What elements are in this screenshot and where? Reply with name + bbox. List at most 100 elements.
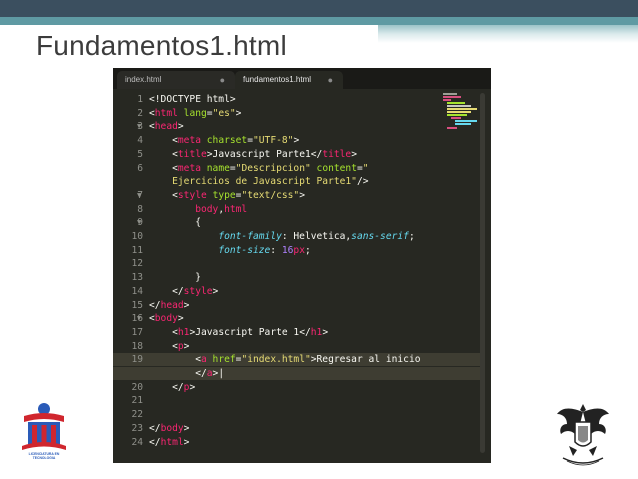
- code-line[interactable]: 12: [113, 257, 483, 270]
- header-accent-bar: [0, 17, 638, 25]
- code-token: sans-serif: [351, 231, 409, 242]
- code-text: <a href="index.html">Regresar al inicio: [149, 353, 421, 366]
- code-text: font-family: Helvetica,sans-serif;: [149, 230, 414, 243]
- fold-arrow-icon[interactable]: ▼: [137, 189, 141, 202]
- fold-arrow-icon[interactable]: ▼: [137, 120, 141, 133]
- line-number: 1: [137, 94, 143, 105]
- code-line[interactable]: 24 </html>: [113, 436, 483, 449]
- code-text: <head>: [149, 120, 184, 133]
- code-token: body: [195, 203, 219, 215]
- code-text: <h1>Javascript Parte 1</h1>: [149, 326, 328, 339]
- tab-fundamentos1-html[interactable]: fundamentos1.html ●: [235, 71, 343, 89]
- code-editor[interactable]: index.html ● fundamentos1.html ● 1 <!DOCT…: [113, 68, 491, 463]
- code-text: </style>: [149, 285, 218, 298]
- code-token: html: [160, 436, 184, 448]
- code-line[interactable]: 23 </body>: [113, 422, 483, 435]
- fold-arrow-icon[interactable]: ▼: [137, 216, 141, 229]
- code-token: type: [212, 189, 236, 201]
- code-text: Ejercicios de Javascript Parte1"/>: [149, 175, 368, 188]
- code-line[interactable]: 2 <html lang="es">: [113, 107, 483, 120]
- code-token: >: [183, 340, 190, 352]
- code-line[interactable]: 4 <meta charset="UTF-8">: [113, 134, 483, 147]
- code-token: </: [149, 368, 207, 379]
- line-number: 11: [131, 244, 143, 256]
- code-token: >Javascript Parte 1</: [189, 326, 311, 338]
- fold-arrow-icon[interactable]: ▼: [137, 312, 141, 325]
- code-token: body: [154, 313, 178, 325]
- unsaved-dot-icon[interactable]: ●: [328, 71, 333, 89]
- code-token: <: [149, 340, 178, 352]
- line-number: 12: [131, 258, 143, 270]
- code-text: font-size: 16px;: [149, 244, 310, 257]
- code-token: <: [149, 354, 201, 366]
- line-number: 18: [131, 340, 143, 352]
- tab-index-html[interactable]: index.html ●: [117, 71, 235, 89]
- code-line[interactable]: 3 ▼ <head>: [113, 120, 483, 133]
- code-token: h1: [310, 326, 323, 338]
- code-line[interactable]: 14 </style>: [113, 285, 483, 298]
- code-token: font-size: [218, 244, 271, 256]
- code-line[interactable]: 13 }: [113, 271, 483, 284]
- code-token: <: [149, 148, 178, 160]
- code-token: </: [149, 299, 161, 311]
- code-line[interactable]: </a>|: [113, 367, 483, 380]
- code-line[interactable]: 11 font-size: 16px;: [113, 244, 483, 257]
- code-token: >: [322, 326, 329, 338]
- code-token: charset: [206, 135, 248, 147]
- code-line[interactable]: 15 </head>: [113, 299, 483, 312]
- code-token: <: [149, 189, 178, 201]
- university-logo-icon: LICENCIATURA EN TECNOLOGIA: [18, 400, 70, 466]
- code-line[interactable]: 9 ▼ {: [113, 216, 483, 229]
- code-line[interactable]: 1 <!DOCTYPE html>: [113, 93, 483, 106]
- line-number: 13: [131, 272, 143, 284]
- vertical-scrollbar[interactable]: [480, 93, 485, 453]
- code-token: >: [299, 189, 305, 201]
- line-number: 8: [137, 203, 143, 215]
- code-token: >: [351, 148, 357, 160]
- line-number: 4: [137, 135, 143, 147]
- code-token: >: [235, 107, 242, 119]
- code-token: "UTF-8": [253, 135, 294, 147]
- code-line[interactable]: 8 body,html: [113, 203, 483, 216]
- code-line[interactable]: 19 <a href="index.html">Regresar al inic…: [113, 353, 483, 367]
- code-line[interactable]: 22: [113, 408, 483, 421]
- code-line[interactable]: Ejercicios de Javascript Parte1"/>: [113, 175, 483, 188]
- code-token: font-family: [218, 231, 282, 242]
- code-line[interactable]: 5 <title>Javascript Parte1</title>: [113, 148, 483, 161]
- code-token: ": [362, 162, 369, 174]
- tab-label: index.html: [125, 75, 162, 84]
- code-line[interactable]: 6 <meta name="Descripcion" content=": [113, 162, 483, 175]
- code-text: <body>: [149, 312, 184, 325]
- code-line[interactable]: 18 <p>: [113, 340, 483, 353]
- code-line[interactable]: 16 ▼ <body>: [113, 312, 483, 325]
- line-number: 2: [137, 107, 143, 119]
- code-token: Ejercicios de Javascript Parte1": [149, 176, 357, 188]
- code-line[interactable]: 21: [113, 394, 483, 407]
- header-bar: [0, 0, 638, 17]
- minimap[interactable]: [443, 93, 479, 133]
- code-token: html: [224, 203, 248, 215]
- code-token: title: [177, 148, 207, 160]
- code-token: title: [322, 148, 352, 160]
- code-line[interactable]: 20 </p>: [113, 381, 483, 394]
- code-token: "index.html": [241, 354, 311, 366]
- code-token: meta: [177, 162, 201, 174]
- code-token: </: [149, 285, 184, 297]
- code-token: >: [177, 313, 184, 325]
- code-line[interactable]: 17 <h1>Javascript Parte 1</h1>: [113, 326, 483, 339]
- code-token: lang: [183, 107, 207, 119]
- code-token: >Regresar al inicio: [310, 354, 421, 366]
- line-number: 19: [131, 354, 143, 366]
- code-token: :: [270, 244, 282, 256]
- code-token: : Helvetica,: [281, 231, 352, 242]
- code-line[interactable]: 10 font-family: Helvetica,sans-serif;: [113, 230, 483, 243]
- code-token: </: [149, 381, 184, 393]
- unsaved-dot-icon[interactable]: ●: [220, 71, 225, 89]
- code-token: "Descripcion": [235, 162, 311, 174]
- code-token: name: [206, 162, 230, 174]
- code-line[interactable]: 7 ▼ <style type="text/css">: [113, 189, 483, 202]
- code-token: >Javascript Parte1</: [206, 148, 323, 160]
- code-token: >: [183, 436, 190, 448]
